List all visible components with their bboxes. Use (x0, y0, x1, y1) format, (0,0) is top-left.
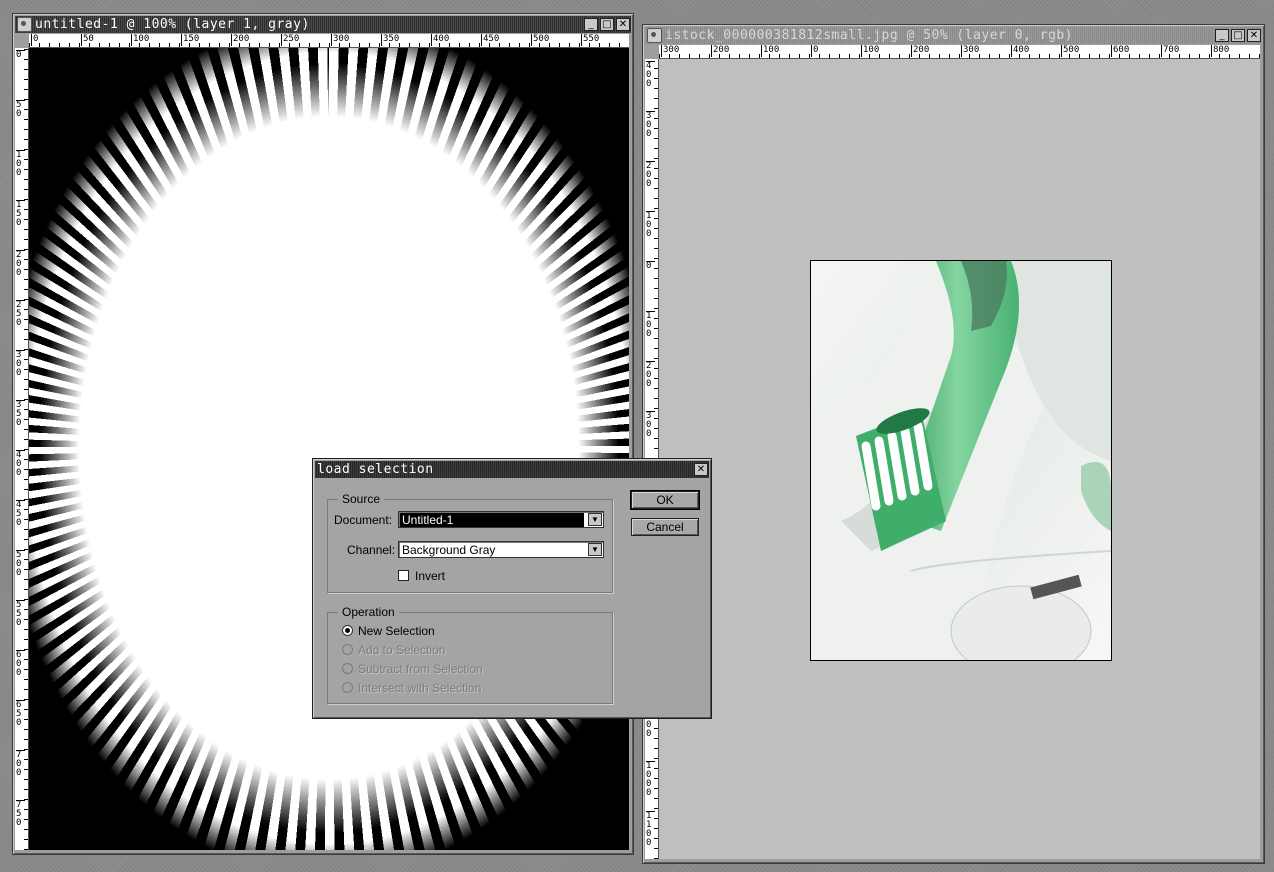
ruler-tick-label: 200 (711, 45, 730, 57)
ruler-tick-label: 600 (1111, 45, 1130, 57)
chevron-down-icon[interactable]: ▼ (588, 543, 602, 556)
ruler-tick-label: 100 (861, 45, 880, 57)
ruler-tick-label: 250 (281, 34, 300, 46)
ruler-tick-label: 700 (16, 750, 25, 778)
image-canvas-starburst[interactable] (29, 48, 629, 850)
ruler-tick-label: 200 (231, 34, 250, 46)
ruler-tick-label: 300 (661, 45, 680, 57)
ruler-tick-label: 500 (1061, 45, 1080, 57)
add-to-selection-label: Add to Selection (358, 643, 446, 657)
ruler-tick-label: 650 (16, 700, 25, 728)
window-titlebar[interactable]: untitled-1 @ 100% (layer 1, gray) _ □ ✕ (15, 16, 631, 33)
document-icon (647, 28, 662, 43)
ruler-tick-label: 100 (761, 45, 780, 57)
ruler-tick-label: 350 (381, 34, 400, 46)
minimize-button[interactable]: _ (1215, 29, 1229, 42)
workspace-canvas[interactable] (659, 59, 1260, 859)
document-label: Document: (334, 513, 393, 527)
invert-label[interactable]: Invert (415, 569, 445, 583)
ruler-tick-label: 300 (646, 411, 655, 439)
ruler-tick-label: 250 (16, 300, 25, 328)
ruler-tick-label: 50 (16, 100, 25, 119)
document-window-istock[interactable]: istock_000000381812small.jpg @ 50% (laye… (642, 24, 1265, 864)
dialog-titlebar[interactable]: load selection ✕ (315, 461, 709, 478)
ruler-tick-label: 750 (16, 800, 25, 828)
ruler-tick-label: 400 (1011, 45, 1030, 57)
ruler-tick-label: 500 (531, 34, 550, 46)
window-titlebar[interactable]: istock_000000381812small.jpg @ 50% (laye… (645, 27, 1262, 44)
ruler-tick-label: 100 (646, 211, 655, 239)
toothbrush-illustration (811, 261, 1111, 660)
maximize-button[interactable]: □ (600, 18, 614, 31)
close-button[interactable]: ✕ (694, 463, 708, 476)
close-button[interactable]: ✕ (1247, 29, 1261, 42)
document-icon (17, 17, 32, 32)
ruler-tick-label: 400 (16, 450, 25, 478)
ruler-tick-label: 200 (646, 161, 655, 189)
starburst-edge-mask (29, 48, 629, 850)
ruler-tick-label: 300 (16, 350, 25, 378)
ruler-tick-label: 0 (646, 261, 655, 271)
ruler-tick-label: 200 (646, 361, 655, 389)
ruler-tick-label: 150 (181, 34, 200, 46)
window-title: untitled-1 @ 100% (layer 1, gray) (35, 17, 310, 32)
ruler-tick-label: 300 (646, 111, 655, 139)
operation-group-label: Operation (338, 605, 399, 619)
cancel-button[interactable]: Cancel (631, 518, 699, 536)
ruler-tick-label: 0 (811, 45, 819, 57)
invert-checkbox[interactable] (398, 570, 409, 581)
channel-dropdown[interactable]: Background Gray ▼ (398, 541, 604, 558)
ruler-tick-label: 300 (331, 34, 350, 46)
close-button[interactable]: ✕ (616, 18, 630, 31)
ruler-tick-label: 200 (911, 45, 930, 57)
new-selection-label[interactable]: New Selection (358, 624, 435, 638)
ruler-tick-label: 100 (131, 34, 150, 46)
minimize-button[interactable]: _ (584, 18, 598, 31)
ruler-tick-label: 1000 (646, 761, 655, 798)
ruler-tick-label: 800 (1211, 45, 1230, 57)
dialog-title: load selection (317, 462, 434, 477)
ruler-tick-label: 0 (16, 50, 25, 60)
horizontal-ruler[interactable]: 300 200 100 0 100 200 300 400 500 600 700 800 (659, 45, 1260, 59)
document-dropdown[interactable]: Untitled-1 ▼ (398, 511, 604, 528)
load-selection-dialog[interactable]: load selection ✕ Source Document: Untitl… (312, 458, 712, 719)
document-window-untitled[interactable]: untitled-1 @ 100% (layer 1, gray) _ □ ✕ … (12, 13, 634, 855)
subtract-from-selection-label: Subtract from Selection (358, 662, 483, 676)
ruler-tick-label: 150 (16, 200, 25, 228)
ruler-tick-label: 500 (16, 550, 25, 578)
subtract-from-selection-radio (342, 663, 353, 674)
intersect-with-selection-label: Intersect with Selection (358, 681, 482, 695)
ruler-tick-label: 600 (16, 650, 25, 678)
ruler-tick-label: 450 (481, 34, 500, 46)
ruler-tick-label: 550 (581, 34, 600, 46)
intersect-with-selection-radio (342, 682, 353, 693)
horizontal-ruler[interactable]: 0 50 100 150 200 250 300 350 400 450 500 550 (29, 34, 629, 48)
vertical-ruler[interactable]: 0 50 100 150 200 250 300 350 400 450 500 550 600 650 7… (15, 48, 29, 850)
ruler-tick-label: 400 (646, 61, 655, 89)
new-selection-radio[interactable] (342, 625, 353, 636)
channel-value: Background Gray (402, 543, 496, 557)
add-to-selection-radio (342, 644, 353, 655)
maximize-button[interactable]: □ (1231, 29, 1245, 42)
ruler-tick-label: 0 (31, 34, 39, 46)
ruler-tick-label: 550 (16, 600, 25, 628)
ok-button[interactable]: OK (630, 490, 700, 510)
ruler-tick-label: 100 (646, 311, 655, 339)
source-group-label: Source (338, 492, 385, 506)
ruler-tick-label: 450 (16, 500, 25, 528)
document-value: Untitled-1 (400, 513, 584, 527)
ruler-tick-label: 50 (81, 34, 94, 46)
chevron-down-icon[interactable]: ▼ (588, 513, 602, 526)
toothbrush-photo (810, 260, 1112, 661)
ruler-tick-label: 700 (1161, 45, 1180, 57)
ruler-tick-label: 300 (961, 45, 980, 57)
ruler-tick-label: 100 (16, 150, 25, 178)
ruler-tick-label: 200 (16, 250, 25, 278)
ruler-tick-label: 1100 (646, 811, 655, 848)
window-title: istock_000000381812small.jpg @ 50% (laye… (665, 28, 1074, 43)
ruler-tick-label: 350 (16, 400, 25, 428)
channel-label: Channel: (347, 543, 396, 557)
ruler-tick-label: 400 (431, 34, 450, 46)
